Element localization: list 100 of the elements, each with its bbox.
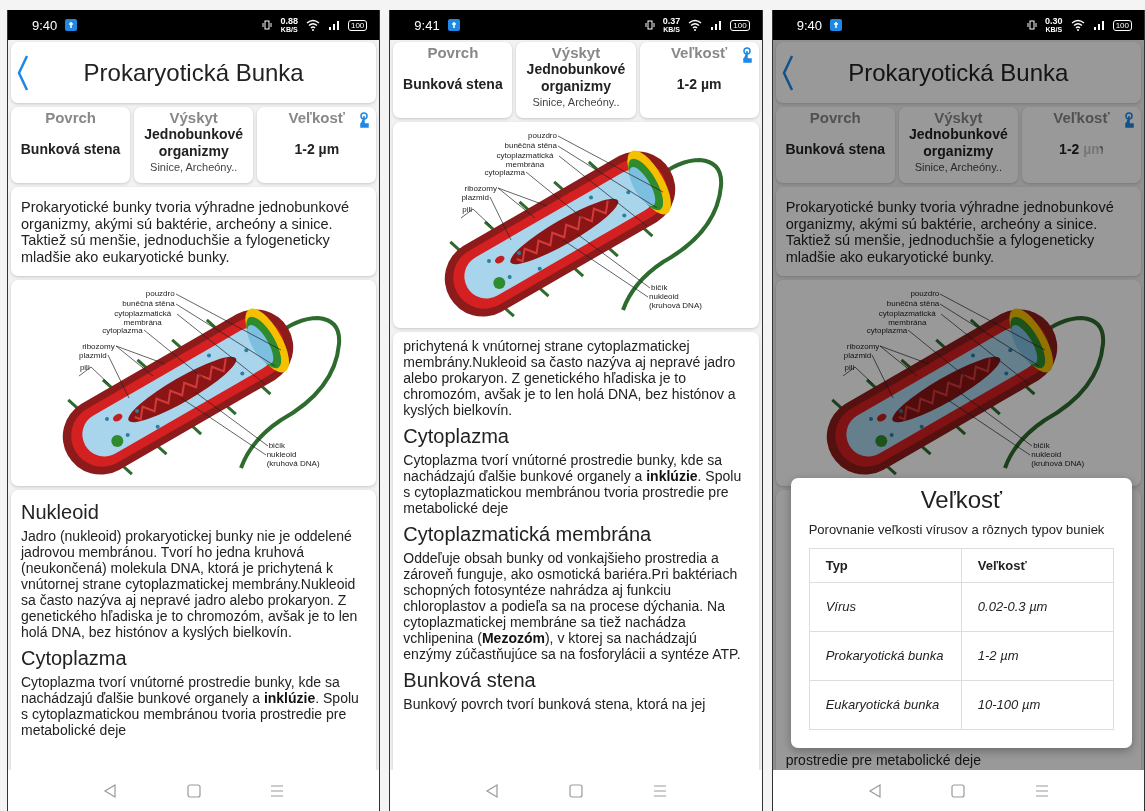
hand-pointer-icon bbox=[741, 47, 753, 63]
diagram-label: ribozomy bbox=[81, 342, 115, 351]
diagram-label: bičík bbox=[268, 441, 287, 450]
info-value: Jednobunkové organizmy bbox=[525, 61, 627, 95]
info-note: Sinice, Archeóny.. bbox=[150, 161, 238, 173]
vibrate-icon bbox=[1027, 20, 1038, 30]
diagram-label: ribozomy bbox=[463, 184, 497, 193]
section-text: Bunkový povrch tvorí bunková stena, ktorá na jej bbox=[403, 696, 707, 712]
back-icon[interactable] bbox=[781, 54, 794, 92]
info-card[interactable]: Veľkosť 1-2 µm bbox=[1021, 107, 1141, 183]
diagram-label: buněčná stěna bbox=[121, 299, 175, 308]
section-text: Cytoplazma tvorí vnútorné prostredie bunky, kde sa nachádzajú ďalšie bunkové organely a inklúzie. Spolu s cytoplazmatickou membránou tvoria prostredie pre metabolické deje bbox=[21, 674, 360, 738]
info-label: Povrch bbox=[427, 44, 479, 61]
menu-icon[interactable] bbox=[652, 783, 667, 798]
speed-value: 0.30 bbox=[1045, 16, 1063, 26]
section-heading: Cytoplazma bbox=[403, 424, 510, 448]
section-heading: Cytoplazma bbox=[21, 646, 128, 670]
table-cell: 10-100 µm bbox=[961, 680, 1114, 730]
battery-level: 100 bbox=[730, 19, 750, 31]
info-value: Bunková stena bbox=[403, 76, 503, 93]
info-value: Bunková stena bbox=[20, 141, 121, 158]
table-cell: 0.02-0.3 µm bbox=[961, 582, 1114, 632]
home-nav-icon[interactable] bbox=[568, 783, 583, 798]
section-text: Cytoplazma tvorí vnútorné prostredie bunky, kde sa nachádzajú ďalšie bunkové organely a inklúzie. Spolu s cytoplazmatickou membránou tvoria prostredie pre metabolické deje bbox=[403, 452, 743, 516]
diagram-label: nukleoid (kruhová DNA) bbox=[1031, 450, 1086, 468]
section-heading: Cytoplazmatická membrána bbox=[403, 522, 653, 546]
diagram-label: nukleoid (kruhová DNA) bbox=[649, 292, 703, 310]
back-nav-icon[interactable] bbox=[867, 782, 882, 799]
section-heading: Nukleoid bbox=[21, 500, 100, 524]
diagram-label: cytoplazmatická membrána bbox=[113, 309, 173, 327]
clock-time: 9:40 bbox=[796, 17, 822, 33]
info-label: Výskyt bbox=[169, 109, 218, 126]
clock-time: 9:40 bbox=[32, 17, 58, 33]
table-cell: Vírus bbox=[809, 582, 962, 632]
diagram-label: pouzdro bbox=[527, 131, 557, 140]
home-nav-icon[interactable] bbox=[951, 783, 966, 798]
table-cell: 1-2 µm bbox=[961, 631, 1114, 681]
info-label: Výskyt bbox=[551, 44, 601, 61]
info-label: Povrch bbox=[809, 109, 861, 126]
hand-pointer-icon bbox=[1124, 112, 1135, 128]
info-value: Jednobunkové organizmy bbox=[907, 126, 1009, 160]
battery-level: 100 bbox=[1112, 19, 1132, 31]
diagram-label: cytoplazma bbox=[865, 326, 908, 335]
speed-value: 0.88 bbox=[280, 16, 298, 26]
diagram-label: cytoplazmatická membrána bbox=[495, 151, 555, 169]
battery-level: 100 bbox=[347, 19, 368, 31]
info-card[interactable]: Veľkosť 1-2 µm bbox=[639, 42, 759, 118]
back-nav-icon[interactable] bbox=[102, 782, 117, 799]
table-cell: Eukaryotická bunka bbox=[809, 680, 962, 730]
diagram-label: cytoplazma bbox=[483, 168, 525, 177]
speed-value: 0.37 bbox=[662, 16, 681, 26]
info-value: 1-2 µm bbox=[1059, 141, 1104, 158]
diagram-label: buněčná stěna bbox=[885, 299, 940, 308]
notification-icon bbox=[447, 19, 460, 31]
diagram-label: pili bbox=[843, 363, 855, 372]
diagram-label: bičík bbox=[1033, 441, 1051, 450]
clock-time: 9:41 bbox=[414, 17, 440, 33]
diagram-label: pili bbox=[461, 205, 472, 214]
hand-pointer-icon bbox=[359, 112, 371, 128]
diagram-label: buněčná stěna bbox=[503, 141, 557, 150]
section-heading: Bunková stena bbox=[403, 668, 537, 692]
vibrate-icon bbox=[644, 20, 655, 30]
info-value: Bunková stena bbox=[785, 141, 885, 158]
diagram-label: ribozomy bbox=[845, 342, 880, 351]
diagram-label: cytoplazma bbox=[101, 326, 143, 335]
diagram-label: pouzdro bbox=[909, 289, 940, 298]
signal-icon bbox=[327, 19, 340, 31]
intro-text: Prokaryotické bunky tvoria výhradne jednobunkové organizmy, akými sú baktérie, archeóny a sinice. Taktiež sú menšie, jednoduchšie a fylogeneticky mladšie ako eukaryotické bunky. bbox=[11, 187, 377, 276]
section-text: Jadro (nukleoid) prokaryotickej bunky nie je oddelené jadrovou membránou. Tvorí ho jedna kruhová (neukončená) molekula DNA, ktorá je prichytená k vnútornej strane cytoplazmatickej membrány.Nukleoid sa často nazýva aj nepravé jadro alebo prokaryon. Z genetického hľadiska je to chromozóm, avšak je to len holá DNA, bez histónov a kyslých bielkovín. bbox=[21, 528, 359, 640]
section-text: prichytená k vnútornej strane cytoplazmatickej membrány.Nukleoid sa často nazýva aj nepravé jadro alebo prokaryon. Z genetického hľadiska je to chromozóm, avšak je to len holá DNA, bez histónov a kyslých bielkovín. bbox=[403, 338, 737, 418]
back-icon[interactable] bbox=[17, 54, 29, 92]
info-value: 1-2 µm bbox=[676, 76, 722, 93]
notification-icon bbox=[829, 19, 842, 31]
info-label: Povrch bbox=[45, 109, 96, 126]
wifi-icon bbox=[1070, 19, 1085, 31]
back-nav-icon[interactable] bbox=[485, 782, 500, 799]
info-card[interactable]: Veľkosť 1-2 µm bbox=[257, 107, 377, 183]
signal-icon bbox=[710, 19, 723, 31]
info-note: Sinice, Archeóny.. bbox=[532, 96, 620, 108]
info-label: Veľkosť bbox=[670, 44, 728, 61]
diagram-label: cytoplazmatická membrána bbox=[877, 309, 937, 327]
info-value: Jednobunkové organizmy bbox=[143, 126, 245, 160]
home-nav-icon[interactable] bbox=[186, 783, 201, 798]
diagram-label: bičík bbox=[651, 283, 669, 292]
info-label: Výskyt bbox=[934, 109, 983, 126]
diagram-label: nukleoid (kruhová DNA) bbox=[266, 450, 321, 468]
info-note: Sinice, Archeóny.. bbox=[914, 161, 1002, 173]
wifi-icon bbox=[688, 19, 703, 31]
menu-icon[interactable] bbox=[1035, 783, 1050, 798]
vibrate-icon bbox=[262, 20, 273, 30]
section-text: Oddeľuje obsah bunky od vonkajšieho prostredia a zároveň funguje, ako osmotická bariéra.Pri baktériach schopných fotosyntéze nahrádza aj funkciu chloroplastov a podieľa sa na procese dýchania. Na cytoplazmatickej membráne sa tiež nachádza vchlipenina (Mezozóm), v ktorej sa nachádzajú enzýmy zúčastňujúce sa na fosforylácii a syntéze ATP. bbox=[403, 550, 742, 662]
diagram-label: pili bbox=[78, 363, 90, 372]
info-label: Veľkosť bbox=[1053, 109, 1110, 126]
menu-icon[interactable] bbox=[270, 783, 285, 798]
page-title: Prokaryotická Bunka bbox=[848, 58, 1069, 87]
intro-text: Prokaryotické bunky tvoria výhradne jednobunkové organizmy, akými sú baktérie, archeóny a sinice. Taktiež sú menšie, jednoduchšie a fylogeneticky mladšie ako eukaryotické bunky. bbox=[775, 187, 1141, 276]
column-header: Typ bbox=[809, 548, 962, 583]
notification-icon bbox=[65, 19, 78, 31]
diagram-label: pouzdro bbox=[144, 289, 175, 298]
diagram-label: plazmid bbox=[78, 351, 107, 360]
